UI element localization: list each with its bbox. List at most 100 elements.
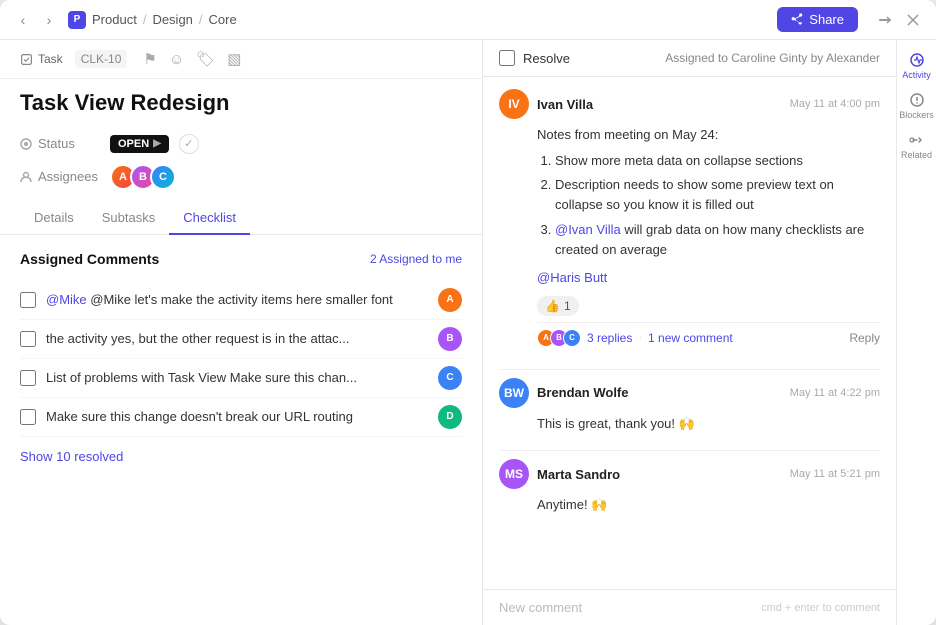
minimize-icon: [878, 13, 892, 27]
app-logo: P: [68, 11, 86, 29]
assignees-avatars[interactable]: A B C: [110, 164, 176, 190]
msg-intro: Notes from meeting on May 24:: [537, 125, 880, 145]
avatar-3: C: [150, 164, 176, 190]
msg-body-marta: Anytime! 🙌: [537, 495, 880, 515]
comment-checkbox-3[interactable]: [20, 370, 36, 386]
commenter-avatar-1: A: [438, 288, 462, 312]
reply-avatar-3: C: [563, 329, 581, 347]
task-icon: [20, 53, 33, 66]
section-title: Assigned Comments: [20, 251, 159, 267]
msg-list-item-1: Show more meta data on collapse sections: [555, 151, 880, 171]
breadcrumb-core[interactable]: Core: [209, 12, 237, 27]
mention-1[interactable]: @Mike: [46, 292, 87, 307]
haris-mention[interactable]: @Haris Butt: [537, 270, 607, 285]
thread-replies-footer: A B C 3 replies · 1 new comment Reply: [537, 322, 880, 353]
tag-icon[interactable]: 🏷: [196, 50, 215, 68]
task-title: Task View Redesign: [20, 89, 462, 118]
comment-checkbox-1[interactable]: [20, 292, 36, 308]
person-icon: [20, 171, 32, 183]
breadcrumb: P Product / Design / Core: [68, 11, 237, 29]
msg-list: Show more meta data on collapse sections…: [537, 151, 880, 260]
resolve-label: Resolve: [523, 51, 570, 66]
sidebar-blockers[interactable]: Blockers: [899, 88, 935, 124]
left-panel: Task CLK-10 ⚑ ☺ 🏷 ▧ Task View Redesign: [0, 40, 483, 625]
task-toolbar: Task CLK-10 ⚑ ☺ 🏷 ▧: [0, 40, 482, 79]
sidebar-activity[interactable]: Activity: [899, 48, 935, 84]
main-content: Task CLK-10 ⚑ ☺ 🏷 ▧ Task View Redesign: [0, 40, 936, 625]
task-meta: Status OPEN ▶ ✓ Assignees: [0, 134, 482, 202]
msg-time-brendan: May 11 at 4:22 pm: [790, 387, 880, 399]
new-comment-badge[interactable]: 1 new comment: [648, 331, 733, 345]
close-button[interactable]: [902, 9, 924, 31]
commenter-avatar-3: C: [438, 366, 462, 390]
status-badge[interactable]: OPEN ▶: [110, 135, 169, 153]
task-label: Task: [38, 52, 63, 66]
breadcrumb-sep-2: /: [199, 12, 203, 27]
comment-text-3: List of problems with Task View Make sur…: [46, 370, 428, 385]
emoji-icon[interactable]: ☺: [169, 51, 184, 68]
msg-text-marta: Anytime! 🙌: [537, 497, 607, 512]
reaction-button[interactable]: 👍 1: [537, 296, 579, 316]
comment-avatar-3: C: [438, 366, 462, 390]
nav-buttons: ‹ ›: [12, 9, 60, 31]
msg-body-ivan: Notes from meeting on May 24: Show more …: [537, 125, 880, 316]
reply-action[interactable]: Reply: [849, 331, 880, 345]
new-comment-bar: cmd + enter to comment: [483, 589, 896, 625]
activity-label: Activity: [902, 70, 931, 80]
tab-details[interactable]: Details: [20, 202, 88, 235]
comment-text-2: the activity yes, but the other request …: [46, 331, 428, 346]
msg-header-brendan: BW Brendan Wolfe May 11 at 4:22 pm: [499, 378, 880, 408]
back-button[interactable]: ‹: [12, 9, 34, 31]
right-panel: Resolve Assigned to Caroline Ginty by Al…: [483, 40, 936, 625]
msg-mention-haris: @Haris Butt: [537, 268, 880, 288]
replies-count[interactable]: 3 replies: [587, 331, 632, 345]
msg-name-ivan: Ivan Villa: [537, 97, 593, 112]
share-button[interactable]: Share: [777, 7, 858, 32]
message-brendan: BW Brendan Wolfe May 11 at 4:22 pm This …: [499, 378, 880, 434]
titlebar: ‹ › P Product / Design / Core Share: [0, 0, 936, 40]
reply-avatars: A B C: [537, 329, 581, 347]
blockers-label: Blockers: [899, 110, 934, 120]
blockers-icon: [909, 92, 925, 108]
msg-list-item-3: @Ivan Villa will grab data on how many c…: [555, 220, 880, 260]
sidebar-related[interactable]: Related: [899, 128, 935, 164]
tab-checklist[interactable]: Checklist: [169, 202, 250, 235]
section-header: Assigned Comments 2 Assigned to me: [20, 251, 462, 267]
commenter-avatar-2: B: [438, 327, 462, 351]
status-icon: [20, 138, 32, 150]
new-comment-hint: cmd + enter to comment: [761, 602, 880, 614]
comment-checkbox-4[interactable]: [20, 409, 36, 425]
minimize-button[interactable]: [874, 9, 896, 31]
comment-checkbox-2[interactable]: [20, 331, 36, 347]
task-id[interactable]: CLK-10: [75, 50, 128, 68]
show-resolved-link[interactable]: Show 10 resolved: [20, 449, 123, 464]
activity-sidebar: Activity Blockers: [896, 40, 936, 625]
breadcrumb-product[interactable]: Product: [92, 12, 137, 27]
status-check-button[interactable]: ✓: [179, 134, 199, 154]
dot-separator: ·: [638, 332, 642, 344]
msg-footer-ivan: 👍 1: [537, 296, 880, 316]
related-icon: [909, 132, 925, 148]
assigned-badge[interactable]: 2 Assigned to me: [370, 252, 462, 266]
status-row: Status OPEN ▶ ✓: [20, 134, 462, 154]
comment-avatar-1: A: [438, 288, 462, 312]
msg-name-marta: Marta Sandro: [537, 467, 620, 482]
share-label: Share: [809, 12, 844, 27]
message-ivan: IV Ivan Villa May 11 at 4:00 pm Notes fr…: [499, 89, 880, 353]
comment-avatar-4: D: [438, 405, 462, 429]
flag-icon[interactable]: ⚑: [143, 50, 156, 68]
tab-subtasks[interactable]: Subtasks: [88, 202, 169, 235]
breadcrumb-design[interactable]: Design: [152, 12, 192, 27]
forward-button[interactable]: ›: [38, 9, 60, 31]
commenter-avatar-4: D: [438, 405, 462, 429]
msg-list-item-2: Description needs to show some preview t…: [555, 175, 880, 215]
image-icon[interactable]: ▧: [227, 50, 241, 68]
new-comment-input[interactable]: [499, 600, 761, 615]
resolve-checkbox[interactable]: [499, 50, 515, 66]
divider-2: [499, 450, 880, 451]
status-arrow-icon: ▶: [153, 138, 161, 149]
msg-mention-ivan[interactable]: @Ivan Villa: [555, 222, 621, 237]
comments-area: Resolve Assigned to Caroline Ginty by Al…: [483, 40, 936, 625]
related-label: Related: [901, 150, 932, 160]
msg-avatar-ivan: IV: [499, 89, 529, 119]
